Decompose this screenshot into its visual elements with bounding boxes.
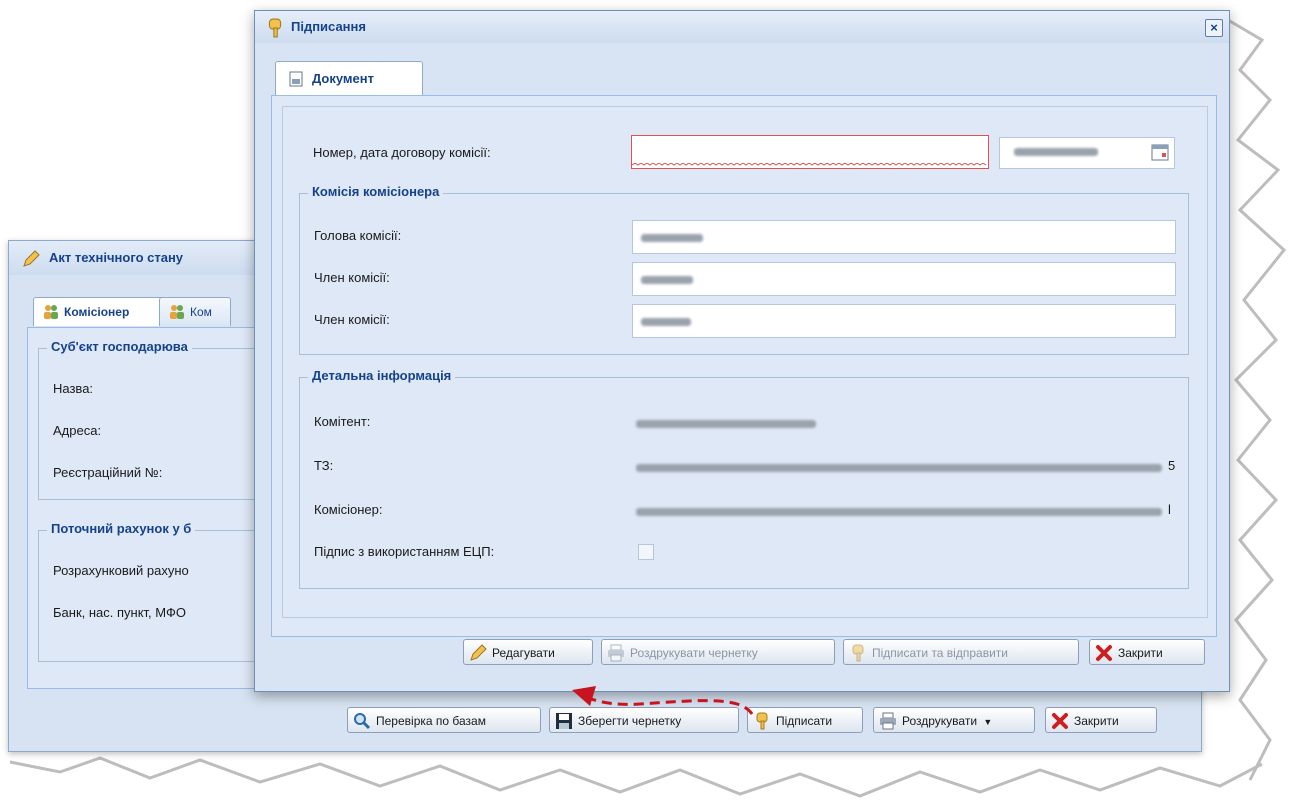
annotation-arrow: [572, 686, 754, 715]
